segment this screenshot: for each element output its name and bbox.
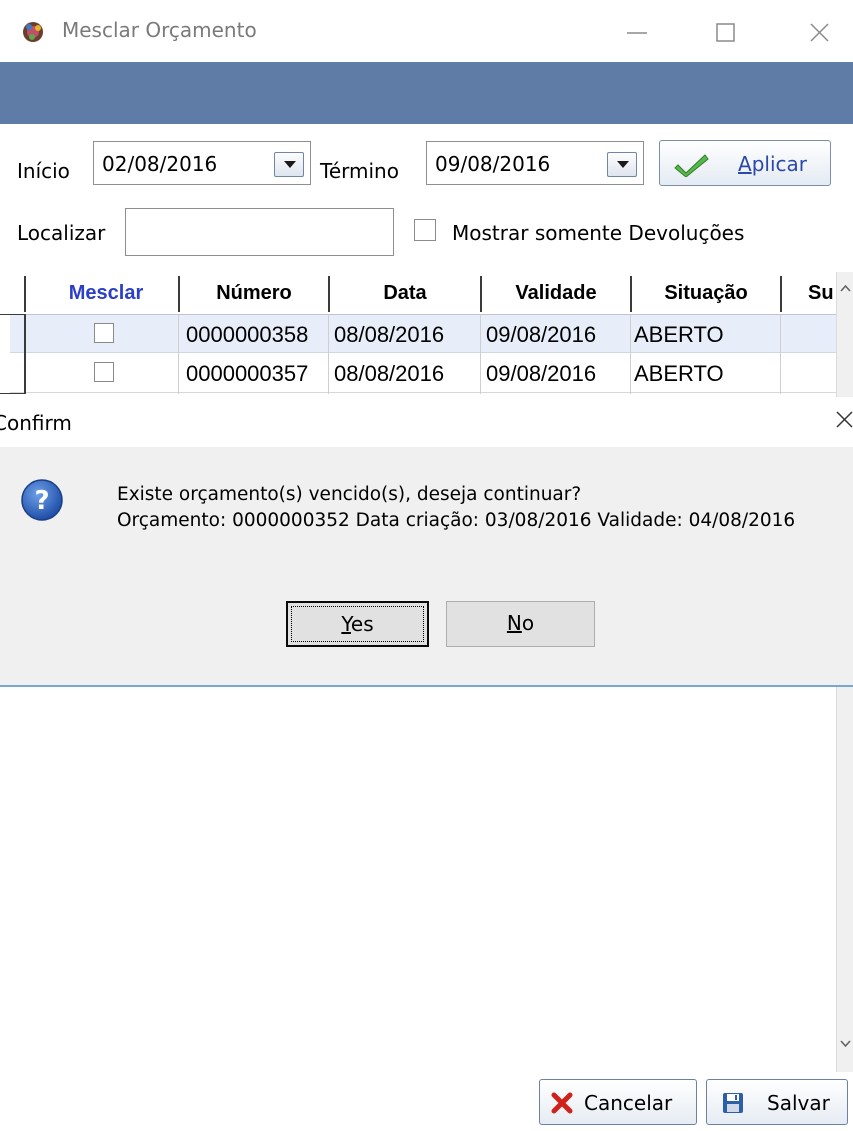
apply-button-label: Aplicar — [738, 152, 807, 176]
confirm-dialog-title: Confirm — [0, 411, 72, 435]
chevron-down-icon — [284, 161, 296, 168]
cell-data: 08/08/2016 — [334, 322, 445, 347]
no-button[interactable]: No — [446, 601, 595, 647]
grid-line — [480, 314, 481, 394]
end-date-dropdown-button[interactable] — [607, 152, 637, 177]
cell-data: 08/08/2016 — [334, 361, 445, 386]
cancel-icon — [551, 1092, 573, 1114]
column-header-su[interactable]: Su — [782, 272, 836, 314]
end-date-label: Término — [320, 159, 399, 183]
column-header-data[interactable]: Data — [330, 272, 480, 314]
no-button-label: No — [506, 611, 535, 635]
focus-rectangle — [291, 606, 424, 642]
confirm-dialog-titlebar: Confirm — [0, 397, 853, 447]
column-header-situacao[interactable]: Situação — [632, 272, 780, 314]
column-divider — [24, 276, 26, 312]
returns-only-label: Mostrar somente Devoluções — [452, 221, 745, 245]
column-divider — [178, 276, 180, 312]
start-date-value: 02/08/2016 — [102, 152, 218, 176]
maximize-icon — [716, 23, 735, 42]
cancel-button-label: Cancelar — [584, 1091, 673, 1115]
cell-numero: 0000000358 — [186, 322, 309, 347]
close-button[interactable] — [798, 12, 842, 52]
chevron-down-icon — [617, 161, 629, 168]
close-icon[interactable] — [834, 409, 853, 429]
start-date-label: Início — [17, 159, 70, 183]
save-button-label: Salvar — [767, 1091, 830, 1115]
column-header-numero[interactable]: Número — [180, 272, 328, 314]
cell-situacao: ABERTO — [634, 361, 724, 386]
minimize-icon — [627, 32, 647, 34]
confirm-dialog: ? Existe orçamento(s) vencido(s), deseja… — [0, 447, 853, 687]
cancel-button[interactable]: Cancelar — [539, 1079, 697, 1125]
dialog-message-line1: Existe orçamento(s) vencido(s), deseja c… — [117, 484, 582, 505]
start-date-dropdown-button[interactable] — [274, 152, 304, 177]
apply-button[interactable]: Aplicar — [659, 140, 831, 186]
cell-validade: 09/08/2016 — [486, 361, 597, 386]
grid-line — [328, 314, 329, 394]
window-titlebar: Mesclar Orçamento — [0, 0, 853, 62]
column-divider — [630, 276, 632, 312]
search-input[interactable] — [125, 208, 394, 256]
question-icon: ? — [21, 479, 63, 521]
column-header-validade[interactable]: Validade — [482, 272, 630, 314]
cell-validade: 09/08/2016 — [486, 322, 597, 347]
row-indicator — [0, 314, 26, 394]
table-row[interactable]: 0000000357 08/08/2016 09/08/2016 ABERTO — [10, 354, 836, 393]
table-row[interactable]: 0000000358 08/08/2016 09/08/2016 ABERTO — [10, 314, 836, 353]
budget-grid: Mesclar Número Data Validade Situação Su… — [0, 272, 853, 406]
floppy-disk-icon — [723, 1093, 743, 1113]
column-divider — [780, 276, 782, 312]
end-date-value: 09/08/2016 — [435, 152, 551, 176]
yes-button[interactable]: Yes — [286, 601, 429, 647]
chevron-down-icon — [840, 1040, 851, 1048]
save-button[interactable]: Salvar — [706, 1079, 848, 1125]
dialog-message-line2: Orçamento: 0000000352 Data criação: 03/0… — [117, 510, 796, 531]
grid-line — [630, 314, 631, 394]
svg-text:?: ? — [34, 486, 49, 516]
grid-line — [178, 314, 179, 394]
chevron-up-icon — [840, 284, 851, 292]
column-header-mesclar[interactable]: Mesclar — [34, 272, 178, 314]
mesclar-checkbox[interactable] — [94, 323, 114, 343]
app-icon — [23, 22, 43, 42]
column-divider — [480, 276, 482, 312]
cell-situacao: ABERTO — [634, 322, 724, 347]
checkmark-icon — [674, 154, 709, 177]
column-divider — [328, 276, 330, 312]
maximize-button[interactable] — [704, 12, 748, 52]
window-title: Mesclar Orçamento — [62, 18, 257, 42]
minimize-button[interactable] — [615, 12, 659, 52]
cell-numero: 0000000357 — [186, 361, 309, 386]
returns-only-checkbox[interactable] — [414, 219, 436, 241]
start-date-field[interactable]: 02/08/2016 — [93, 141, 311, 185]
search-label: Localizar — [17, 221, 106, 245]
grid-line — [780, 314, 781, 394]
header-band — [0, 62, 853, 124]
mesclar-checkbox[interactable] — [94, 362, 114, 382]
end-date-field[interactable]: 09/08/2016 — [426, 141, 644, 185]
close-icon — [810, 23, 829, 42]
